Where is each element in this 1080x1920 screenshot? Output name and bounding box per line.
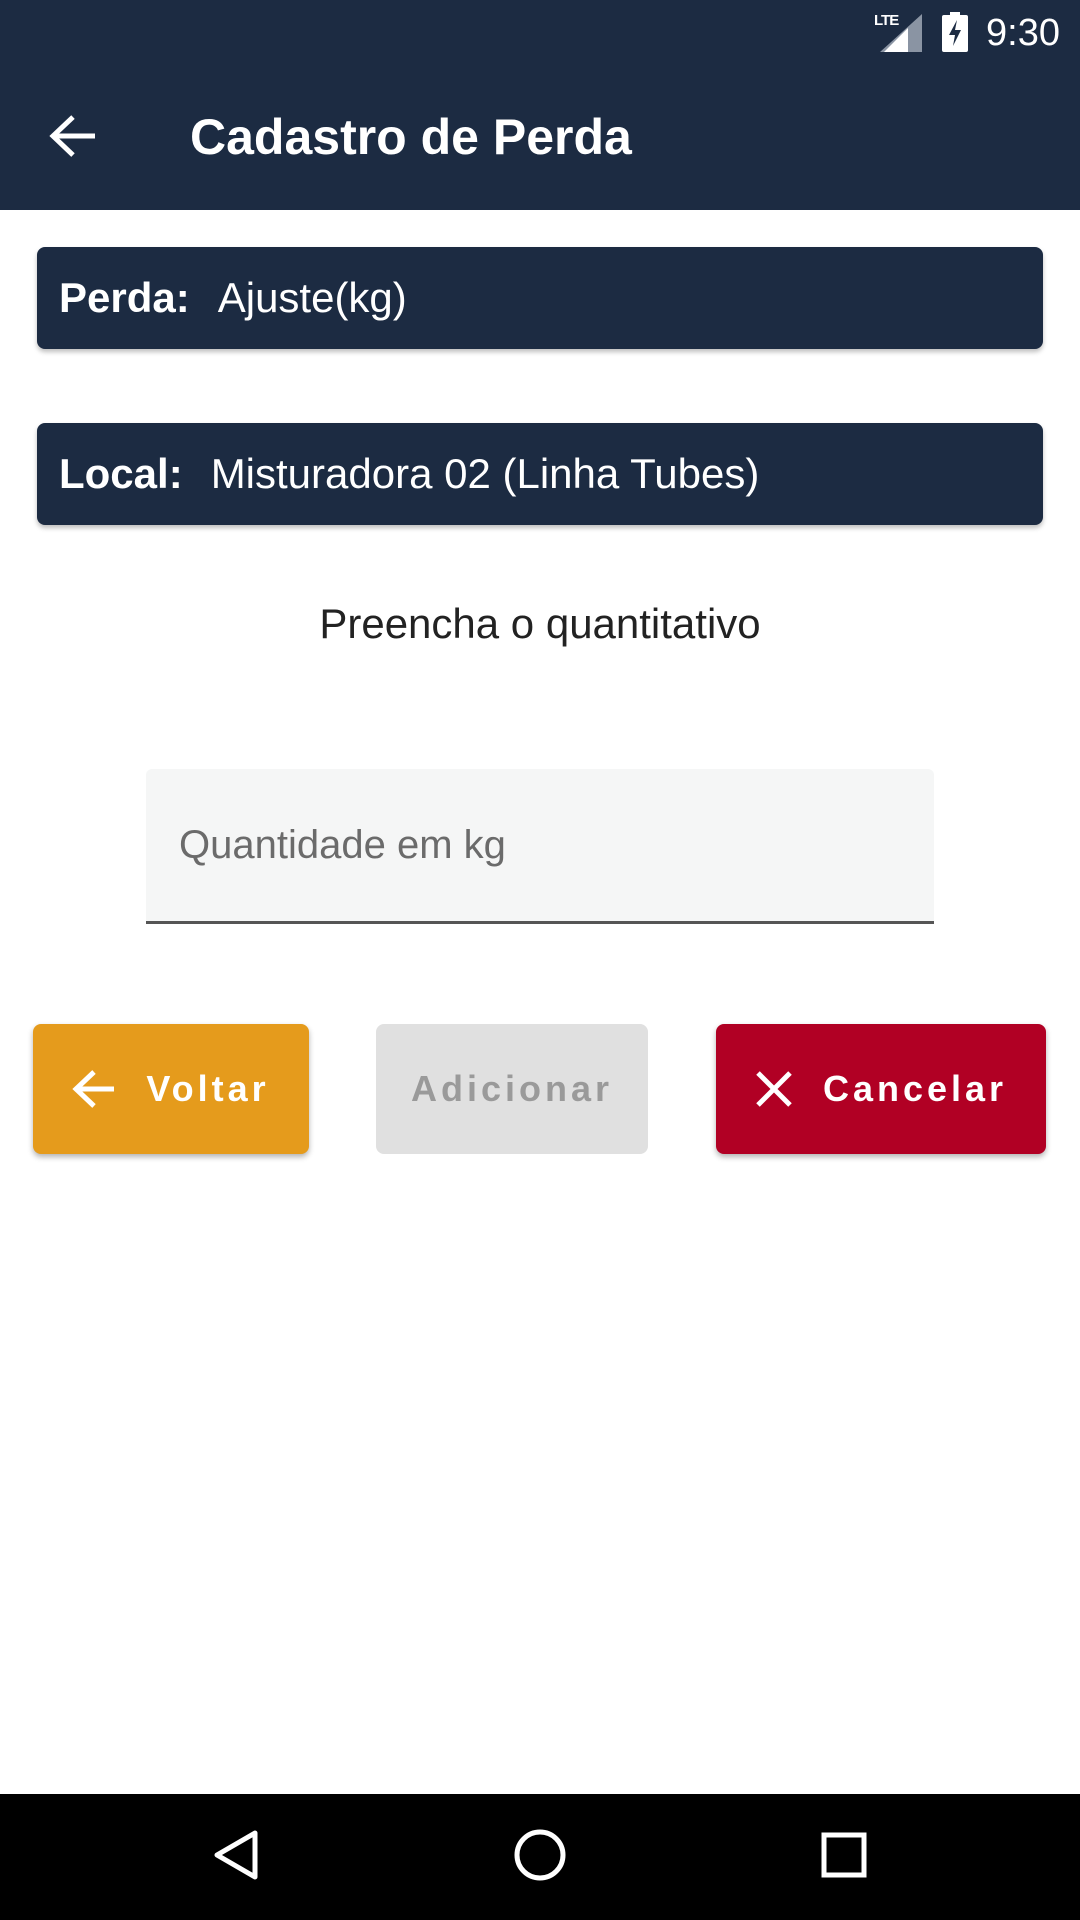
local-value: Misturadora 02 (Linha Tubes) <box>210 450 760 497</box>
nav-recents-button[interactable] <box>808 1821 880 1893</box>
nav-recents-icon <box>821 1832 867 1883</box>
clock: 9:30 <box>986 12 1060 54</box>
perda-label: Perda: <box>59 274 190 321</box>
nav-back-icon <box>213 1829 259 1886</box>
arrow-left-icon <box>72 1069 116 1109</box>
screen: LTE 9:30 Cadastro de Perda Perda: Ajuste… <box>0 0 1080 1920</box>
navigation-bar <box>0 1794 1080 1920</box>
nav-back-button[interactable] <box>200 1821 272 1893</box>
voltar-label: Voltar <box>146 1068 270 1109</box>
nav-home-icon <box>513 1828 567 1887</box>
nav-home-button[interactable] <box>504 1821 576 1893</box>
instruction-text: Preencha o quantitativo <box>319 600 761 647</box>
back-button[interactable] <box>38 103 108 173</box>
adicionar-button[interactable]: Adicionar <box>376 1024 648 1154</box>
quantity-input[interactable] <box>146 769 934 921</box>
close-icon <box>755 1070 793 1108</box>
app-bar: Cadastro de Perda <box>0 63 1080 210</box>
status-bar: LTE 9:30 <box>0 0 1080 63</box>
voltar-button[interactable]: Voltar <box>33 1024 309 1154</box>
perda-value: Ajuste(kg) <box>217 274 407 321</box>
local-card: Local: Misturadora 02 (Linha Tubes) <box>37 423 1043 525</box>
perda-card: Perda: Ajuste(kg) <box>37 247 1043 349</box>
page-title: Cadastro de Perda <box>190 109 632 165</box>
signal-icon <box>880 14 922 57</box>
battery-charging-icon <box>942 12 968 57</box>
cancelar-label: Cancelar <box>822 1068 1008 1109</box>
arrow-left-icon <box>49 114 97 163</box>
cancelar-button[interactable]: Cancelar <box>716 1024 1046 1154</box>
local-label: Local: <box>59 450 183 497</box>
quantity-field <box>146 769 934 924</box>
adicionar-label: Adicionar <box>410 1068 614 1109</box>
